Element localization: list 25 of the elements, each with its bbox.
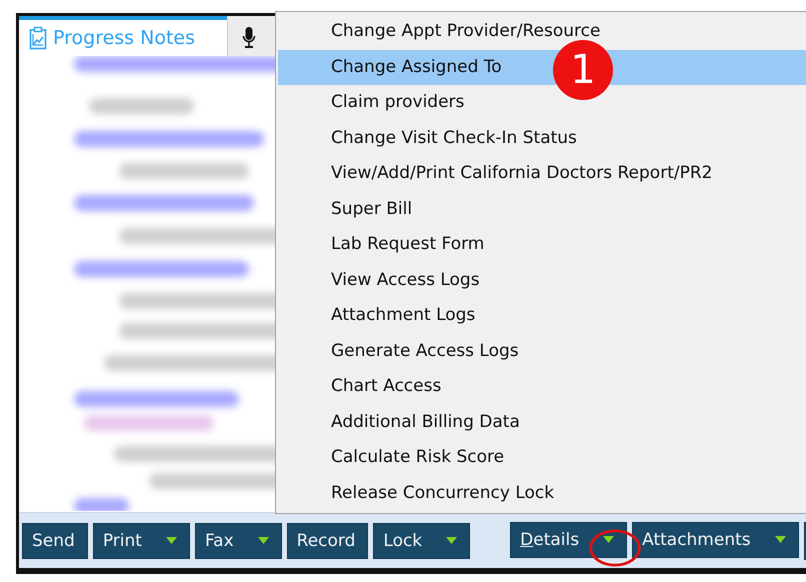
- caret-icon: [774, 536, 786, 543]
- menu-item[interactable]: Change Visit Check-In Status: [278, 120, 806, 156]
- caret-icon: [166, 537, 177, 544]
- menu-item[interactable]: Lab Request Form: [278, 227, 806, 262]
- toolbar-button[interactable]: Lock: [373, 522, 470, 558]
- menu-item[interactable]: Generate Access Logs: [278, 334, 806, 369]
- menu-item[interactable]: Attachment Logs: [278, 298, 806, 334]
- toolbar-button[interactable]: Record: [286, 522, 368, 558]
- menu-item[interactable]: Additional Billing Data: [278, 404, 806, 440]
- menu-item[interactable]: Super Bill: [278, 192, 806, 227]
- clipboard-chart-icon: [29, 26, 47, 50]
- menu-item[interactable]: View/Add/Print California Doctors Report/PR2: [278, 156, 806, 192]
- caret-icon: [446, 537, 458, 544]
- toolbar-button[interactable]: Details: [510, 522, 628, 558]
- caret-icon: [603, 536, 614, 543]
- toolbar-button[interactable]: Send: [22, 522, 88, 558]
- menu-item[interactable]: Release Concurrency Lock: [278, 476, 806, 511]
- toolbar-button[interactable]: Attachments: [632, 522, 799, 558]
- toolbar-button[interactable]: Print: [92, 522, 190, 558]
- toolbar-button[interactable]: Fax: [194, 522, 282, 558]
- caret-icon: [258, 537, 269, 544]
- menu-item[interactable]: View Access Logs: [278, 262, 806, 298]
- menu-item[interactable]: Chart Access: [278, 369, 806, 404]
- microphone-icon: [242, 26, 256, 50]
- menu-item[interactable]: Calculate Risk Score: [278, 440, 806, 476]
